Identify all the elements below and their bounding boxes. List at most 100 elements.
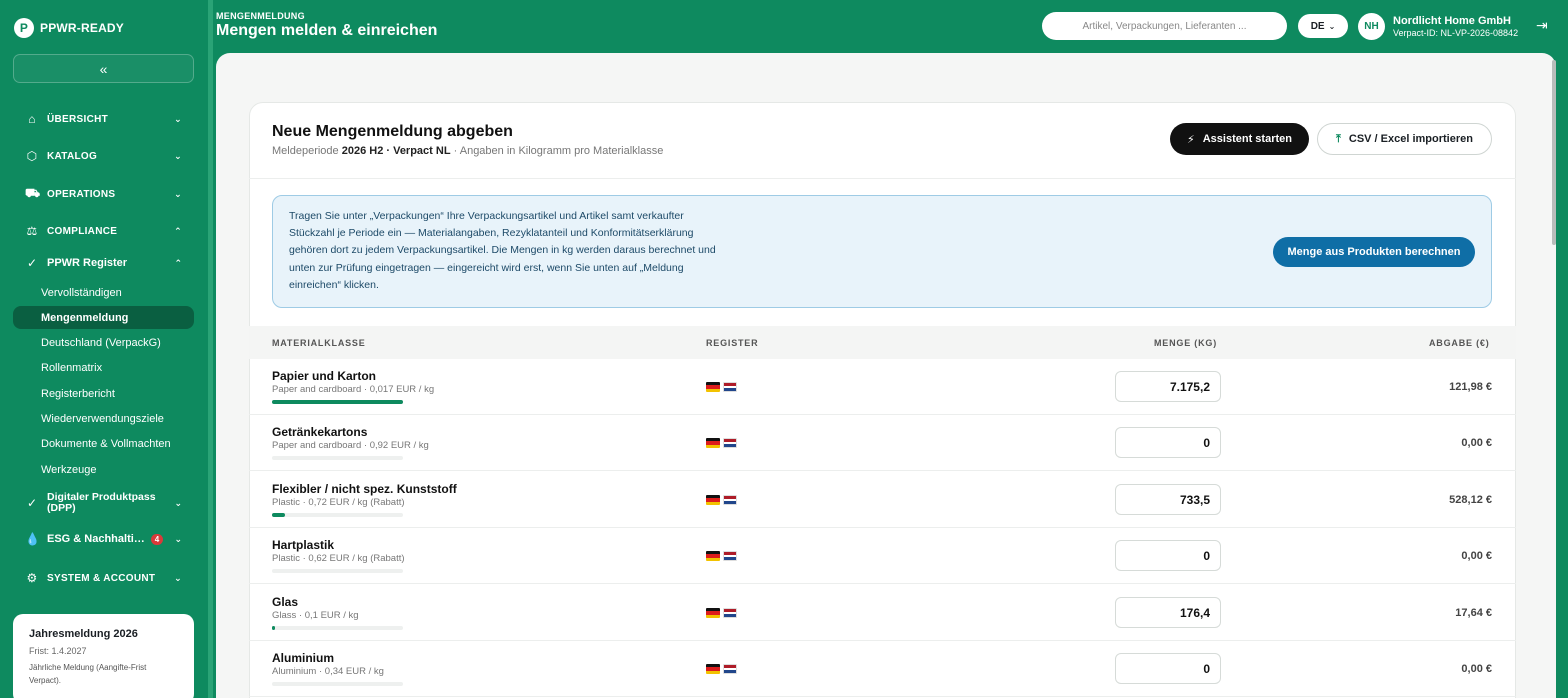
year-report-card[interactable]: Jahresmeldung 2026 Frist: 1.4.2027 Jährl…: [13, 614, 194, 698]
nav-label: ÜBERSICHT: [47, 113, 109, 125]
nav-label: Digitaler Produktpass (DPP): [47, 491, 156, 514]
period-prefix: Meldeperiode: [272, 145, 339, 157]
page-title: Mengen melden & einreichen: [216, 22, 438, 39]
import-csv-button[interactable]: ⤒ CSV / Excel importieren: [1317, 123, 1492, 155]
box-icon: ⬡: [26, 149, 38, 163]
collapse-sidebar-button[interactable]: «: [13, 54, 194, 83]
home-icon: ⌂: [28, 112, 36, 126]
start-assistant-button[interactable]: ⚡ Assistent starten: [1170, 123, 1309, 155]
chevron-down-icon: ⌄: [174, 188, 182, 199]
search-input[interactable]: Artikel, Verpackungen, Lieferanten ...: [1042, 12, 1287, 40]
flag-nl-icon: [723, 438, 737, 448]
avatar[interactable]: NH: [1358, 13, 1385, 40]
calculate-from-products-button[interactable]: Menge aus Produkten berechnen: [1273, 237, 1475, 267]
sidebar-item-deutschland[interactable]: Deutschland (VerpackG): [13, 331, 194, 354]
nav-label: ESG & Nachhalti…: [47, 533, 145, 545]
user-verpact-id: Verpact-ID: NL-VP-2026-08842: [1393, 28, 1519, 38]
material-name: Aluminium: [272, 651, 334, 665]
nav-esg[interactable]: 💧 ESG & Nachhalti… 4 ⌄: [13, 525, 194, 553]
scrollbar[interactable]: [1552, 60, 1556, 245]
register-flags: [706, 608, 737, 618]
brand-name: PPWR-READY: [40, 21, 125, 35]
sidebar-item-vervollstaendigen[interactable]: Vervollständigen: [13, 281, 194, 304]
nav-ppwr-register[interactable]: ✓ PPWR Register ⌃: [13, 249, 194, 277]
material-meta: Paper and cardboard · 0,92 EUR / kg: [272, 440, 429, 451]
flag-de-icon: [706, 664, 720, 674]
nav-katalog[interactable]: ⬡ KATALOG ⌄: [13, 142, 194, 170]
quantity-input[interactable]: 7.175,2: [1115, 371, 1221, 402]
material-meta: Glass · 0,1 EUR / kg: [272, 610, 359, 621]
nav-label: COMPLIANCE: [47, 225, 118, 237]
table-row: [249, 359, 1516, 415]
nav-label: SYSTEM & ACCOUNT: [47, 572, 156, 584]
flag-nl-icon: [723, 664, 737, 674]
nav-compliance[interactable]: ⚖ COMPLIANCE ⌃: [13, 217, 194, 245]
period-value: 2026 H2 · Verpact NL: [341, 145, 451, 157]
sidebar-item-registerbericht[interactable]: Registerbericht: [13, 382, 194, 405]
register-flags: [706, 438, 737, 448]
material-meta: Paper and cardboard · 0,017 EUR / kg: [272, 384, 435, 395]
material-name: Glas: [272, 595, 299, 609]
quantity-input[interactable]: 0: [1115, 427, 1221, 458]
info-text: Tragen Sie unter „Verpackungen“ Ihre Ver…: [289, 210, 716, 291]
material-share-bar: [272, 456, 403, 460]
divider: [249, 178, 1516, 179]
material-meta: Aluminium · 0,34 EUR / kg: [272, 666, 384, 677]
quantity-input[interactable]: 0: [1115, 540, 1221, 571]
material-name: Papier und Karton: [272, 369, 377, 383]
register-flags: [706, 551, 737, 561]
flag-nl-icon: [723, 608, 737, 618]
sidebar-item-wiederverwendungsziele[interactable]: Wiederverwendungsziele: [13, 407, 194, 430]
share-bar-fill: [272, 513, 286, 517]
flag-de-icon: [706, 438, 720, 448]
chevron-up-icon: ⌃: [174, 257, 182, 268]
language-select[interactable]: DE ⌄: [1298, 14, 1348, 38]
sidebar-item-rollenmatrix[interactable]: Rollenmatrix: [13, 356, 194, 379]
fee-value: 0,00 €: [1461, 550, 1492, 562]
nav-label: PPWR Register: [47, 257, 128, 269]
th-register: REGISTER: [706, 338, 759, 348]
fee-value: 17,64 €: [1455, 607, 1492, 619]
logout-icon[interactable]: ⇥: [1536, 17, 1548, 34]
nav-operations[interactable]: ⛟ OPERATIONS ⌄: [13, 180, 194, 208]
table-row: [249, 415, 1516, 471]
table-row: [249, 472, 1516, 528]
quantity-input[interactable]: 176,4: [1115, 597, 1221, 628]
scale-icon: ⚖: [26, 224, 38, 238]
flag-de-icon: [706, 382, 720, 392]
chevron-down-icon: ⌄: [174, 497, 182, 508]
card-subtitle: Meldeperiode 2026 H2 · Verpact NL · Anga…: [272, 145, 663, 157]
material-name: Getränkekartons: [272, 425, 368, 439]
material-meta: Plastic · 0,72 EUR / kg (Rabatt): [272, 497, 405, 508]
sidebar-item-dokumente[interactable]: Dokumente & Vollmachten: [13, 432, 194, 455]
material-share-bar: [272, 400, 403, 404]
brand-logo[interactable]: P PPWR-READY: [14, 18, 124, 38]
material-name: Hartplastik: [272, 538, 335, 552]
nav-dpp[interactable]: ✓ Digitaler Produktpass (DPP) ⌄: [13, 488, 194, 518]
chevron-down-icon: ⌄: [174, 150, 182, 161]
sidebar-item-mengenmeldung[interactable]: Mengenmeldung: [13, 306, 194, 329]
register-flags: [706, 664, 737, 674]
sidebar-item-werkzeuge[interactable]: Werkzeuge: [13, 458, 194, 481]
check-circle-icon: ✓: [26, 495, 38, 510]
table-header: [249, 326, 1516, 359]
table-row: [249, 585, 1516, 641]
nav-uebersicht[interactable]: ⌂ ÜBERSICHT ⌄: [13, 105, 194, 133]
material-share-bar: [272, 626, 403, 630]
page-subtitle: MENGENMELDUNG: [216, 11, 305, 21]
chevron-down-icon: ⌄: [174, 533, 182, 544]
year-report-deadline: Frist: 1.4.2027: [29, 646, 87, 656]
button-label: CSV / Excel importieren: [1348, 133, 1473, 145]
share-bar-fill: [272, 400, 403, 404]
logo-icon: P: [14, 18, 34, 38]
year-report-title: Jahresmeldung 2026: [29, 628, 138, 640]
flag-de-icon: [706, 495, 720, 505]
quantity-input[interactable]: 0: [1115, 653, 1221, 684]
register-flags: [706, 382, 737, 392]
chevron-down-icon: ⌄: [174, 113, 182, 124]
quantity-input[interactable]: 733,5: [1115, 484, 1221, 515]
nav-label: OPERATIONS: [47, 188, 116, 200]
drop-icon: 💧: [25, 532, 40, 546]
sidebar-resize-handle[interactable]: [208, 0, 213, 698]
nav-system-account[interactable]: ⚙ SYSTEM & ACCOUNT ⌄: [13, 564, 194, 592]
